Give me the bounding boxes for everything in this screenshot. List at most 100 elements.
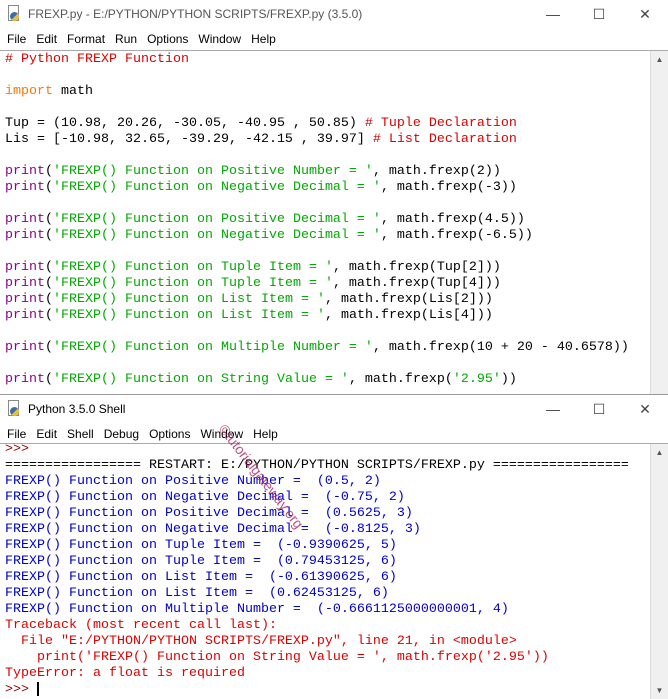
python-shell-icon: [6, 400, 22, 418]
code-token: # Tuple Declaration: [364, 116, 517, 131]
shell-maximize-button[interactable]: ☐: [576, 395, 622, 423]
editor-line: print('FREXP() Function on List Item = '…: [5, 308, 650, 324]
editor-line: print('FREXP() Function on Positive Numb…: [5, 164, 650, 180]
shell-menu-shell[interactable]: Shell: [62, 427, 99, 441]
shell-title: Python 3.5.0 Shell: [28, 402, 126, 416]
code-token: ================= RESTART: E:/PYTHON/PYT…: [5, 458, 629, 473]
editor-menubar: File Edit Format Run Options Window Help: [0, 28, 668, 50]
code-token: , math.frexp(Lis[4])): [324, 308, 493, 323]
editor-code-area[interactable]: # Python FREXP Function import math Tup = …: [0, 52, 650, 394]
editor-menu-options[interactable]: Options: [142, 32, 193, 46]
editor-line: print('FREXP() Function on Positive Deci…: [5, 212, 650, 228]
code-token: FREXP() Function on Tuple Item = (0.7945…: [5, 554, 397, 569]
code-token: print('FREXP() Function on String Value …: [5, 650, 549, 665]
code-token: , math.frexp(Tup[4])): [332, 276, 501, 291]
code-token: print: [5, 164, 45, 179]
code-token: (: [45, 228, 53, 243]
shell-titlebar: Python 3.5.0 Shell — ☐ ✕: [0, 395, 668, 423]
code-token: )): [500, 372, 517, 387]
code-token: print: [5, 260, 45, 275]
code-token: , math.frexp(Tup[2])): [332, 260, 501, 275]
editor-menu-format[interactable]: Format: [62, 32, 110, 46]
shell-line: print('FREXP() Function on String Value …: [5, 650, 650, 666]
code-token: # Python FREXP Function: [5, 52, 189, 67]
code-token: # List Declaration: [372, 132, 517, 147]
code-token: FREXP() Function on Positive Decimal = (…: [5, 506, 413, 521]
shell-menu-file[interactable]: File: [2, 427, 31, 441]
code-token: 'FREXP() Function on Tuple Item = ': [53, 260, 333, 275]
shell-line: >>>: [5, 682, 650, 698]
code-token: (: [45, 292, 53, 307]
code-token: print: [5, 212, 45, 227]
shell-output-area[interactable]: >>> ================= RESTART: E:/PYTHON/…: [0, 442, 650, 699]
editor-line: print('FREXP() Function on Negative Deci…: [5, 180, 650, 196]
code-token: , math.frexp(: [348, 372, 453, 387]
shell-scrollbar[interactable]: ▲ ▼: [650, 444, 668, 699]
editor-scrollbar[interactable]: ▲: [650, 51, 668, 394]
editor-menu-file[interactable]: File: [2, 32, 31, 46]
scroll-up-icon[interactable]: ▲: [651, 444, 668, 461]
editor-title: FREXP.py - E:/PYTHON/PYTHON SCRIPTS/FREX…: [28, 7, 363, 21]
python-file-icon: [6, 5, 22, 23]
code-token: (: [45, 212, 53, 227]
editor-line: import math: [5, 84, 650, 100]
code-token: FREXP() Function on Positive Number = (0…: [5, 474, 381, 489]
code-token: , math.frexp(10 + 20 - 40.6578)): [372, 340, 629, 355]
editor-titlebar: FREXP.py - E:/PYTHON/PYTHON SCRIPTS/FREX…: [0, 0, 668, 28]
shell-minimize-button[interactable]: —: [530, 395, 576, 423]
code-token: print: [5, 180, 45, 195]
shell-line: FREXP() Function on List Item = (0.62453…: [5, 586, 650, 602]
editor-line: print('FREXP() Function on Negative Deci…: [5, 228, 650, 244]
maximize-button[interactable]: ☐: [576, 0, 622, 28]
editor-menu-window[interactable]: Window: [193, 32, 246, 46]
editor-menu-help[interactable]: Help: [246, 32, 281, 46]
editor-line: print('FREXP() Function on Tuple Item = …: [5, 276, 650, 292]
shell-close-button[interactable]: ✕: [622, 395, 668, 423]
code-token: print: [5, 276, 45, 291]
code-token: 'FREXP() Function on Tuple Item = ': [53, 276, 333, 291]
editor-window: FREXP.py - E:/PYTHON/PYTHON SCRIPTS/FREX…: [0, 0, 668, 394]
code-token: , math.frexp(Lis[2])): [324, 292, 493, 307]
code-token: (: [45, 164, 53, 179]
code-token: (: [45, 340, 53, 355]
editor-line: # Python FREXP Function: [5, 52, 650, 68]
scroll-down-icon[interactable]: ▼: [651, 682, 668, 699]
minimize-button[interactable]: —: [530, 0, 576, 28]
shell-menu-help[interactable]: Help: [248, 427, 283, 441]
code-token: FREXP() Function on Negative Decimal = (…: [5, 522, 421, 537]
code-token: 'FREXP() Function on Multiple Number = ': [53, 340, 373, 355]
code-token: , math.frexp(4.5)): [380, 212, 525, 227]
code-token: print: [5, 308, 45, 323]
shell-line: Traceback (most recent call last):: [5, 618, 650, 634]
editor-menu-edit[interactable]: Edit: [31, 32, 62, 46]
shell-menu-debug[interactable]: Debug: [99, 427, 144, 441]
shell-menu-options[interactable]: Options: [144, 427, 195, 441]
shell-line: FREXP() Function on Tuple Item = (0.7945…: [5, 554, 650, 570]
shell-line: FREXP() Function on Negative Decimal = (…: [5, 490, 650, 506]
shell-menu-edit[interactable]: Edit: [31, 427, 62, 441]
scroll-up-icon[interactable]: ▲: [651, 51, 668, 68]
code-token: import: [5, 84, 53, 99]
editor-line: print('FREXP() Function on Multiple Numb…: [5, 340, 650, 356]
close-button[interactable]: ✕: [622, 0, 668, 28]
code-token: '2.95': [452, 372, 501, 387]
code-token: (: [45, 372, 53, 387]
editor-line: print('FREXP() Function on Tuple Item = …: [5, 260, 650, 276]
code-token: Traceback (most recent call last):: [5, 618, 277, 633]
code-token: 'FREXP() Function on Negative Decimal = …: [53, 228, 381, 243]
code-token: (: [45, 260, 53, 275]
editor-menu-run[interactable]: Run: [110, 32, 142, 46]
shell-line: FREXP() Function on Positive Decimal = (…: [5, 506, 650, 522]
editor-line: Tup = (10.98, 20.26, -30.05, -40.95 , 50…: [5, 116, 650, 132]
text-cursor: [37, 682, 39, 696]
editor-line: Lis = [-10.98, 32.65, -39.29, -42.15 , 3…: [5, 132, 650, 148]
code-token: Lis = [-10.98, 32.65, -39.29, -42.15 , 3…: [5, 132, 373, 147]
shell-window: Python 3.5.0 Shell — ☐ ✕ File Edit Shell De…: [0, 395, 668, 699]
code-token: FREXP() Function on List Item = (0.62453…: [5, 586, 389, 601]
code-token: print: [5, 372, 45, 387]
